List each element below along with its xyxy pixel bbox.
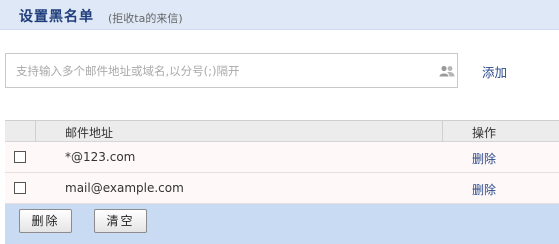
blacklist-input-box xyxy=(5,53,458,88)
column-header-action: 操作 xyxy=(472,126,497,140)
table-row: *@123.com 删除 xyxy=(5,142,559,173)
row-delete-link[interactable]: 删除 xyxy=(472,181,496,198)
row-checkbox[interactable] xyxy=(14,151,26,163)
row-delete-link[interactable]: 删除 xyxy=(472,150,496,167)
page-title: 设置黑名单 xyxy=(19,9,94,25)
column-header-email: 邮件地址 xyxy=(65,126,114,140)
action-bar: 删除 清空 xyxy=(5,204,559,244)
contacts-icon[interactable] xyxy=(439,65,455,77)
row-email: mail@example.com xyxy=(65,181,184,195)
delete-button[interactable]: 删除 xyxy=(19,209,72,233)
table-header: 邮件地址 操作 xyxy=(5,120,559,142)
row-checkbox[interactable] xyxy=(14,182,26,194)
page-subtitle: (拒收ta的来信) xyxy=(108,12,183,25)
row-email: *@123.com xyxy=(65,150,136,164)
column-separator xyxy=(442,121,443,142)
table-row: mail@example.com 删除 xyxy=(5,173,559,204)
blacklist-address-input[interactable] xyxy=(6,54,426,87)
clear-button[interactable]: 清空 xyxy=(94,209,147,233)
add-button[interactable]: 添加 xyxy=(482,62,507,81)
page-header: 设置黑名单 (拒收ta的来信) xyxy=(0,0,559,30)
column-separator xyxy=(35,121,36,142)
